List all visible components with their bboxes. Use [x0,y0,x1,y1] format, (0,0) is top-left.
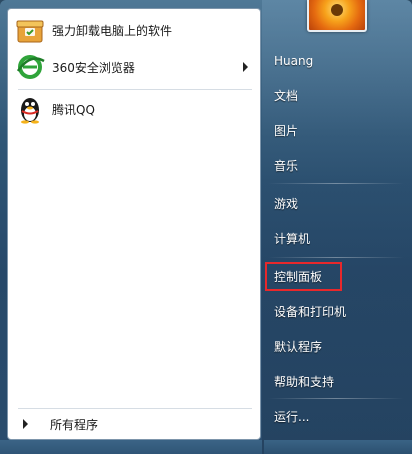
right-item-label: 文档 [274,88,299,103]
right-item-run[interactable]: 运行... [264,402,410,430]
right-item-documents[interactable]: 文档 [264,81,410,109]
shutdown-area [264,440,412,454]
right-item-label: 图片 [274,123,299,138]
right-item-default-programs[interactable]: 默认程序 [264,332,410,360]
arrow-right-icon [23,419,28,429]
highlight-box [265,262,342,291]
program-item-uninstaller[interactable]: 强力卸载电脑上的软件 [12,12,256,48]
right-item-games[interactable]: 游戏 [264,189,410,217]
divider [18,89,252,90]
all-programs-label: 所有程序 [50,417,99,432]
right-item-label: Huang [274,54,314,68]
right-item-help-support[interactable]: 帮助和支持 [264,367,410,395]
divider [268,257,404,258]
program-label: 360安全浏览器 [52,60,135,75]
start-menu: 强力卸载电脑上的软件 360安全浏览器 腾讯QQ 所有程序 Huang 文档 图… [0,0,412,454]
search-area [0,440,262,454]
right-item-pictures[interactable]: 图片 [264,116,410,144]
right-item-label: 默认程序 [274,339,323,354]
right-item-label: 计算机 [274,231,311,246]
divider [18,408,252,409]
divider [268,398,404,399]
right-item-label: 设备和打印机 [274,304,347,319]
right-item-devices-printers[interactable]: 设备和打印机 [264,297,410,325]
all-programs-button[interactable]: 所有程序 [12,411,256,437]
program-item-qq[interactable]: 腾讯QQ [12,91,256,127]
right-item-label: 音乐 [274,158,299,173]
right-item-label: 帮助和支持 [274,374,335,389]
programs-pane: 强力卸载电脑上的软件 360安全浏览器 腾讯QQ 所有程序 [7,8,261,440]
program-label: 强力卸载电脑上的软件 [52,23,173,38]
submenu-arrow-icon[interactable] [243,62,248,72]
right-item-label: 游戏 [274,196,299,211]
right-item-computer[interactable]: 计算机 [264,224,410,252]
right-item-user[interactable]: Huang [264,47,410,75]
uninstaller-box-icon [14,14,46,46]
360-browser-icon [14,51,46,83]
right-item-label: 运行... [274,409,310,424]
right-item-music[interactable]: 音乐 [264,151,410,179]
program-item-360-browser[interactable]: 360安全浏览器 [12,49,256,85]
qq-penguin-icon [14,93,46,125]
user-avatar[interactable] [307,0,367,32]
program-label: 腾讯QQ [52,102,95,117]
divider [268,183,404,184]
